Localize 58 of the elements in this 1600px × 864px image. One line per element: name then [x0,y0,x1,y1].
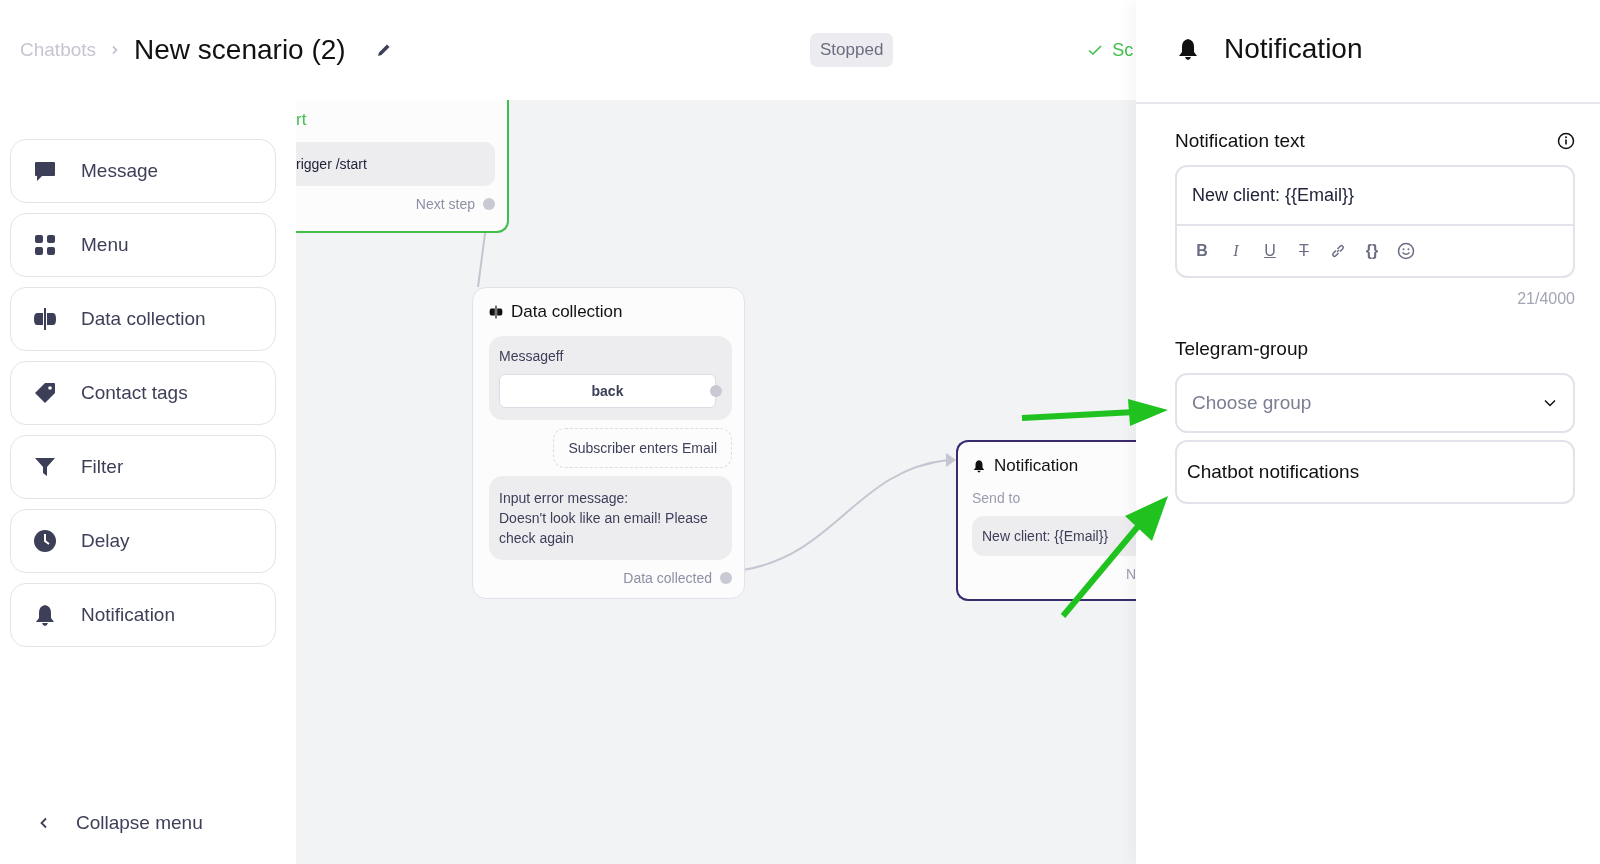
block-type-button[interactable]: Contact tags [10,361,276,425]
bell-icon [33,603,57,627]
edit-icon[interactable] [375,42,392,58]
output-handle[interactable] [720,572,732,584]
info-icon[interactable] [1557,132,1575,150]
field-label: Telegram-group [1175,338,1310,360]
reply-button[interactable]: back [499,374,716,408]
output-label: Data collected [623,570,712,586]
error-label: Input error message: [499,489,630,508]
smiley-icon[interactable] [1397,242,1415,260]
tag-icon [33,381,57,405]
chat-bubble-icon [33,159,57,183]
output-handle[interactable] [483,198,495,210]
node-title: rt [296,110,308,130]
filter-icon [33,455,57,479]
group-dropdown[interactable]: Choose group [1175,373,1575,433]
notification-node[interactable]: Notification Send to New client: {{Email}} N [956,440,1136,601]
collapse-menu-button[interactable]: Collapse menu [10,812,203,834]
output-label: N [1125,566,1136,582]
trigger-text: rigger /start [296,142,495,186]
grid-icon [33,233,57,257]
bell-icon [972,459,986,473]
dropdown-option[interactable]: Chatbot notifications [1175,440,1575,504]
field-label: Notification text [1175,130,1305,152]
send-to-label: Send to [972,490,1022,506]
text-value: New client: {{Email}} [1177,167,1573,226]
clock-icon [33,529,57,553]
data-collection-icon [33,307,57,331]
check-icon [1087,42,1104,58]
node-title: Notification [994,456,1079,476]
start-node[interactable]: rt rigger /start Next step [296,100,509,233]
block-type-button[interactable]: Data collection [10,287,276,351]
block-type-button[interactable]: Filter [10,435,276,499]
character-counter: 21/4000 [1517,290,1575,308]
block-type-button[interactable]: Delay [10,509,276,573]
scenario-title: New scenario (2) [134,34,346,66]
block-type-button[interactable]: Menu [10,213,276,277]
block-type-button[interactable]: Notification [10,583,276,647]
node-title: Data collection [511,302,623,322]
error-text: Doesn't look like an email! Please check again [499,509,709,548]
data-collection-icon [489,305,503,319]
bold-button[interactable]: B [1193,242,1211,260]
data-collection-node[interactable]: Data collection Messageff back Subscriber enters Email Input error message: Doesn't look like an email! Please check again Data collected [472,287,745,599]
notification-preview: New client: {{Email}} [972,516,1136,556]
underline-button[interactable]: U [1261,242,1279,260]
status-badge: Stopped [810,33,894,67]
link-icon[interactable] [1329,242,1347,260]
bell-icon [1176,37,1200,61]
notification-text-editor[interactable]: New client: {{Email}} B I U T {} [1175,165,1575,278]
strikethrough-button[interactable]: T [1295,242,1313,260]
save-status: Sc [1112,39,1134,61]
input-label: Subscriber enters Email [553,428,732,468]
block-type-button[interactable]: Message [10,139,276,203]
output-label: Next step [415,196,475,212]
message-text: Messageff [499,348,565,364]
variable-button[interactable]: {} [1363,242,1381,260]
italic-button[interactable]: I [1227,242,1245,260]
panel-title: Notification [1224,33,1363,65]
